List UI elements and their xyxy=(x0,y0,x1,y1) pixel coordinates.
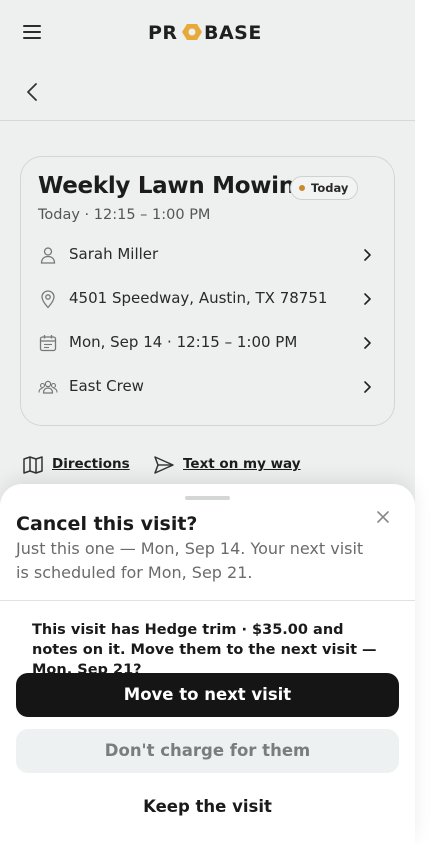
sheet-subtitle: Just this one — Mon, Sep 14. Your next v… xyxy=(16,539,364,582)
crew-icon xyxy=(38,380,58,394)
customer-name: Sarah Miller xyxy=(69,245,159,263)
crew-text: East Crew xyxy=(69,377,144,395)
probase-logo: PR BASE xyxy=(148,22,262,44)
visit-time-summary: Today · 12:15 – 1:00 PM xyxy=(38,207,211,223)
badge-label: Today xyxy=(311,181,349,195)
person-icon xyxy=(40,247,56,264)
divider xyxy=(0,600,415,601)
directions-link[interactable]: Directions xyxy=(20,450,130,478)
cancel-visit-sheet: Cancel this visit? Just this one — Mon, … xyxy=(0,484,415,845)
scrollbar-gutter xyxy=(415,0,430,845)
keep-visit-button[interactable]: Keep the visit xyxy=(16,785,399,829)
send-icon xyxy=(154,456,174,474)
sheet-message: This visit has Hedge trim · $35.00 and n… xyxy=(32,622,377,678)
map-icon xyxy=(23,456,43,474)
status-badge: Today xyxy=(290,176,359,200)
back-row xyxy=(0,62,415,121)
customer-row[interactable]: Sarah Miller xyxy=(36,243,381,267)
top-bar: PR BASE xyxy=(0,0,415,62)
chevron-right-icon xyxy=(364,249,371,261)
location-pin-icon xyxy=(41,290,55,309)
svg-text:PR: PR xyxy=(148,22,178,44)
chevron-left-icon[interactable] xyxy=(25,82,39,102)
calendar-icon xyxy=(39,335,57,352)
directions-label: Directions xyxy=(52,456,130,472)
dont-charge-button[interactable]: Don't charge for them xyxy=(16,729,399,773)
crew-row[interactable]: East Crew xyxy=(36,375,381,399)
text-on-my-way-label: Text on my way xyxy=(183,456,301,472)
visit-card: Weekly Lawn Mowing Today Today · 12:15 –… xyxy=(20,156,395,426)
status-dot-icon xyxy=(299,185,305,191)
svg-text:BASE: BASE xyxy=(204,22,262,44)
address-text: 4501 Speedway, Austin, TX 78751 xyxy=(69,289,328,307)
menu-icon[interactable] xyxy=(23,25,41,39)
chevron-right-icon xyxy=(364,337,371,349)
chevron-right-icon xyxy=(364,381,371,393)
move-to-next-visit-button[interactable]: Move to next visit xyxy=(16,673,399,717)
sheet-title: Cancel this visit? xyxy=(16,513,198,535)
schedule-text: Mon, Sep 14 · 12:15 – 1:00 PM xyxy=(69,333,298,351)
quick-actions: Directions Text on my way xyxy=(20,450,400,480)
text-on-my-way-link[interactable]: Text on my way xyxy=(151,450,301,478)
close-icon[interactable] xyxy=(374,508,392,526)
address-row[interactable]: 4501 Speedway, Austin, TX 78751 xyxy=(36,287,381,311)
schedule-row[interactable]: Mon, Sep 14 · 12:15 – 1:00 PM xyxy=(36,331,381,355)
visit-title: Weekly Lawn Mowing xyxy=(38,173,311,199)
sheet-grabber[interactable] xyxy=(185,496,230,500)
chevron-right-icon xyxy=(364,293,371,305)
